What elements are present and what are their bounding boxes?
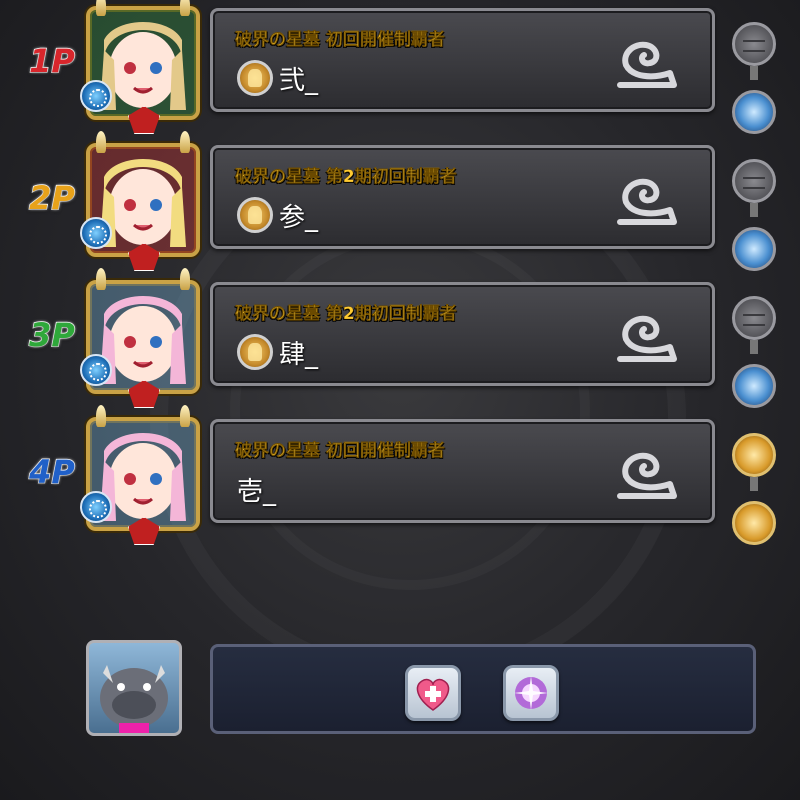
player-row-1: 1P 破界の星墓 初回開催制覇者 弐_ [0,0,800,134]
grey-gauge-icon[interactable] [732,159,776,203]
side-icon-connector [750,340,758,354]
gold-crown-icon[interactable] [732,433,776,477]
frame-horn-right [180,131,190,153]
player-name: 参_ [279,202,319,233]
frame-horn-left [96,268,106,290]
medal-icon [237,197,273,233]
frame-horn-left [96,131,106,153]
sparkle-orb-button[interactable] [503,665,559,721]
player-name-line: 壱_ [237,470,276,508]
player-name-line: 参_ [237,196,318,234]
blue-wing-icon[interactable] [732,227,776,271]
player-title-plate[interactable]: 破界の星墓 第2期初回制覇者 参_ [210,145,715,249]
player-label: 3P [28,315,75,355]
leaf-village-emblem-icon [617,452,677,499]
leaf-village-emblem-icon [617,178,677,225]
leaf-village-emblem-icon [617,315,677,362]
player-label: 2P [28,178,75,218]
player-row-4: 4P 破界の星墓 初回開催制覇者 壱_ [0,405,800,545]
element-badge-icon [80,354,112,386]
player-label: 4P [28,452,75,492]
heart-plus-icon [416,678,450,711]
player-row-2: 2P 破界の星墓 第2期初回制覇者 参_ [0,131,800,271]
frame-horn-left [96,405,106,427]
player-title-plate[interactable]: 破界の星墓 第2期初回制覇者 肆_ [210,282,715,386]
leaf-village-emblem-icon [617,41,677,88]
player-title: 破界の星墓 初回開催制覇者 [235,30,445,50]
grey-gauge-icon[interactable] [732,296,776,340]
player-name: 肆_ [279,339,319,370]
side-icon-connector [750,66,758,80]
grey-gauge-icon[interactable] [732,22,776,66]
player-title: 破界の星墓 第2期初回制覇者 [235,304,457,324]
frame-horn-right [180,268,190,290]
player-name-line: 肆_ [237,333,318,371]
blue-gem-icon[interactable] [732,90,776,134]
medal-icon [237,60,273,96]
gold-crown-icon[interactable] [732,501,776,545]
element-badge-icon [80,80,112,112]
side-icon-connector [750,203,758,217]
player-title-plate[interactable]: 破界の星墓 初回開催制覇者 弐_ [210,8,715,112]
player-name: 弐_ [279,65,319,96]
heart-plus-button[interactable] [405,665,461,721]
blue-drop-icon[interactable] [732,364,776,408]
element-badge-icon [80,217,112,249]
player-row-3: 3P 破界の星墓 第2期初回制覇者 肆_ [0,268,800,408]
helper-avatar[interactable] [86,640,182,736]
frame-horn-right [180,405,190,427]
frame-horn-left [96,0,106,16]
sparkle-orb-icon [514,676,548,710]
player-name: 壱_ [237,476,277,507]
player-title: 破界の星墓 第2期初回制覇者 [235,167,457,187]
player-label: 1P [28,41,75,81]
element-badge-icon [80,491,112,523]
side-icon-connector [750,477,758,491]
medal-icon [237,334,273,370]
helper-item-panel [210,644,756,734]
frame-horn-right [180,0,190,16]
player-title-plate[interactable]: 破界の星墓 初回開催制覇者 壱_ [210,419,715,523]
player-name-line: 弐_ [237,59,318,97]
helper-monster-icon [100,665,168,733]
player-title: 破界の星墓 初回開催制覇者 [235,441,445,461]
